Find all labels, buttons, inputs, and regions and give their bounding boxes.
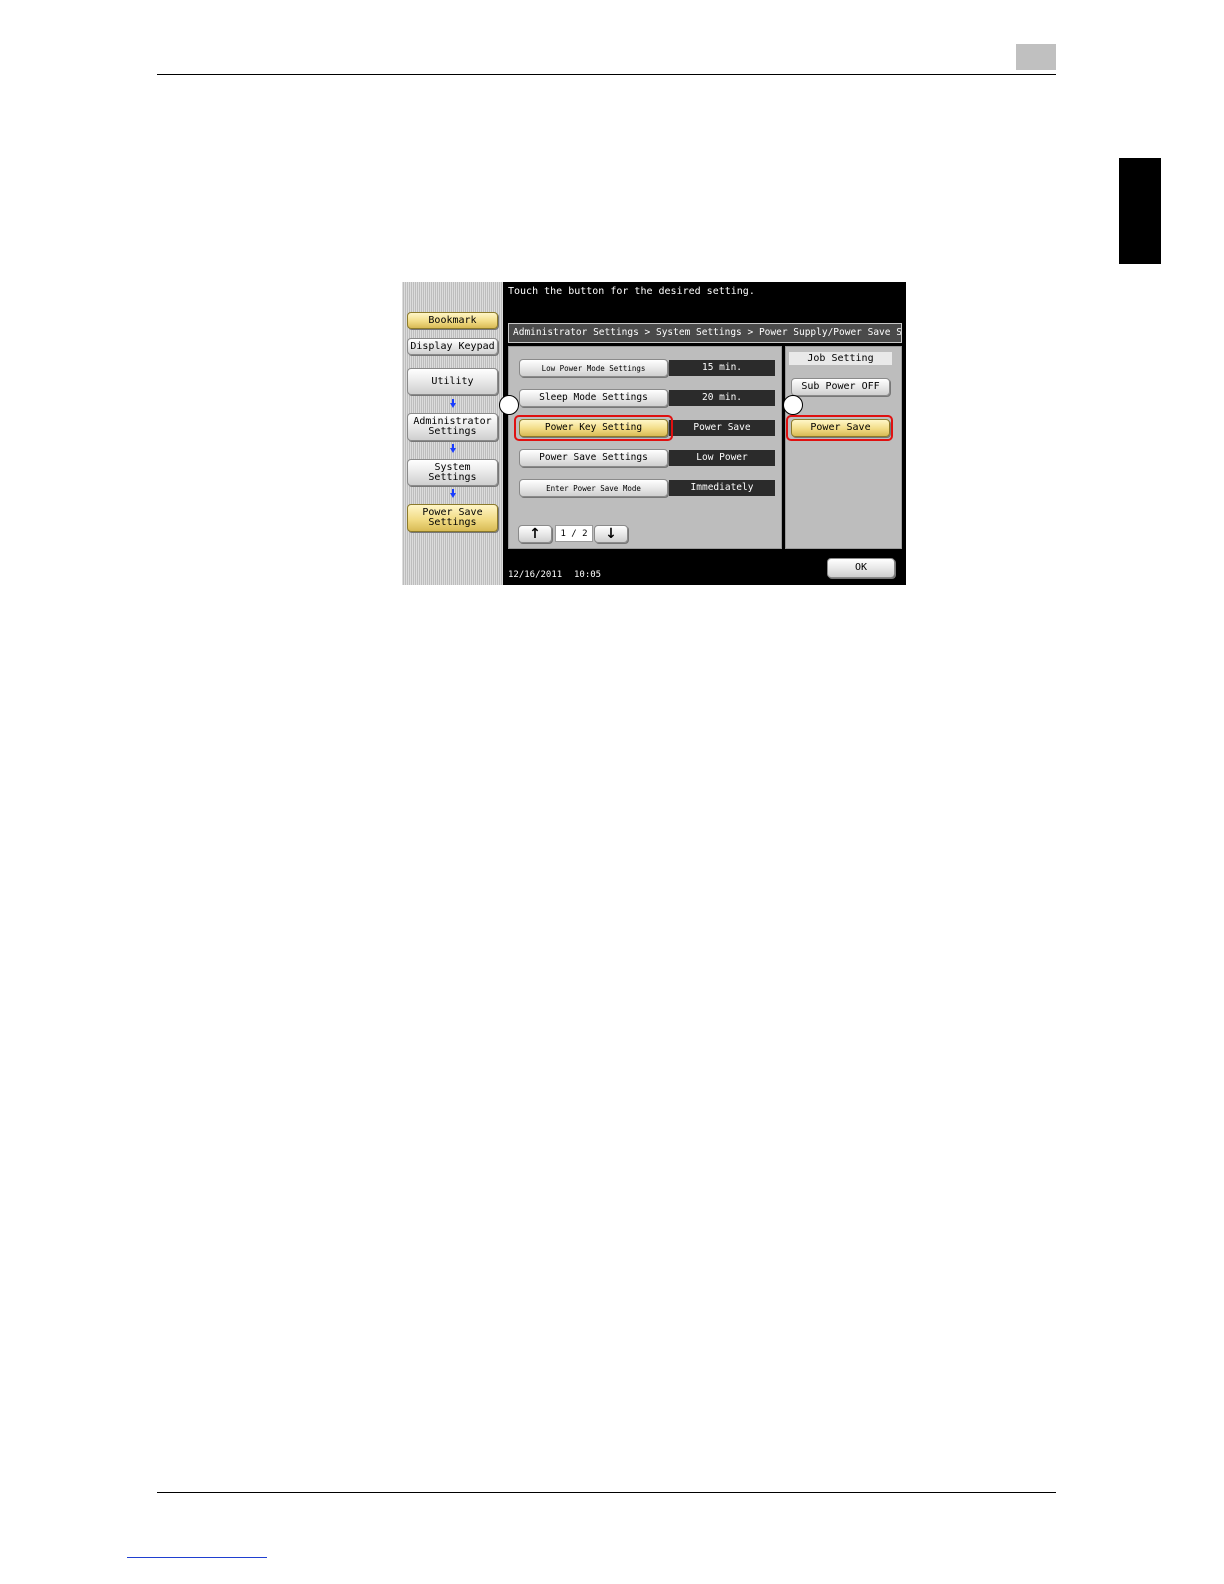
utility-button[interactable]: Utility	[407, 368, 498, 395]
page-indicator: 1 / 2	[555, 525, 593, 542]
instruction-message: Touch the button for the desired setting…	[508, 286, 755, 297]
down-arrow-icon	[450, 489, 456, 498]
power-save-settings-button[interactable]: Power Save Settings	[519, 449, 668, 467]
down-arrow-icon: ↓	[605, 526, 617, 542]
control-panel-screen: Bookmark Display Keypad Utility Administ…	[402, 282, 906, 585]
down-arrow-icon	[450, 444, 456, 453]
breadcrumb: Administrator Settings > System Settings…	[508, 323, 902, 343]
low-power-mode-value: 15 min.	[669, 360, 775, 376]
power-save-settings-nav-button[interactable]: Power Save Settings	[407, 504, 498, 532]
down-arrow-icon	[450, 399, 456, 408]
power-save-option-highlight	[786, 415, 893, 441]
chapter-tab	[1119, 158, 1161, 264]
page-number-box	[1016, 44, 1056, 70]
status-date: 12/16/2011	[508, 570, 563, 580]
enter-power-save-mode-value: Immediately	[669, 480, 775, 496]
sub-power-off-button[interactable]: Sub Power OFF	[791, 378, 890, 396]
ok-button[interactable]: OK	[827, 558, 895, 578]
footer-link-underline	[127, 1557, 267, 1558]
system-settings-button[interactable]: System Settings	[407, 459, 498, 486]
bookmark-button[interactable]: Bookmark	[407, 312, 498, 329]
administrator-settings-button[interactable]: Administrator Settings	[407, 413, 498, 441]
job-setting-panel	[785, 346, 902, 549]
footer-rule	[157, 1492, 1056, 1493]
power-key-setting-value: Power Save	[669, 420, 775, 436]
callout-circle-2	[783, 395, 803, 415]
up-arrow-icon: ↑	[529, 526, 541, 542]
callout-circle-1	[499, 395, 519, 415]
job-setting-title: Job Setting	[789, 352, 892, 365]
header-rule	[157, 74, 1056, 75]
page-down-button[interactable]: ↓	[594, 525, 628, 543]
display-keypad-button[interactable]: Display Keypad	[407, 338, 498, 355]
power-save-settings-value: Low Power	[669, 450, 775, 466]
enter-power-save-mode-button[interactable]: Enter Power Save Mode	[519, 479, 668, 497]
power-key-highlight	[514, 415, 673, 441]
sleep-mode-value: 20 min.	[669, 390, 775, 406]
low-power-mode-settings-button[interactable]: Low Power Mode Settings	[519, 359, 668, 377]
page-up-button[interactable]: ↑	[518, 525, 552, 543]
sleep-mode-settings-button[interactable]: Sleep Mode Settings	[519, 389, 668, 407]
status-time: 10:05	[574, 570, 602, 580]
